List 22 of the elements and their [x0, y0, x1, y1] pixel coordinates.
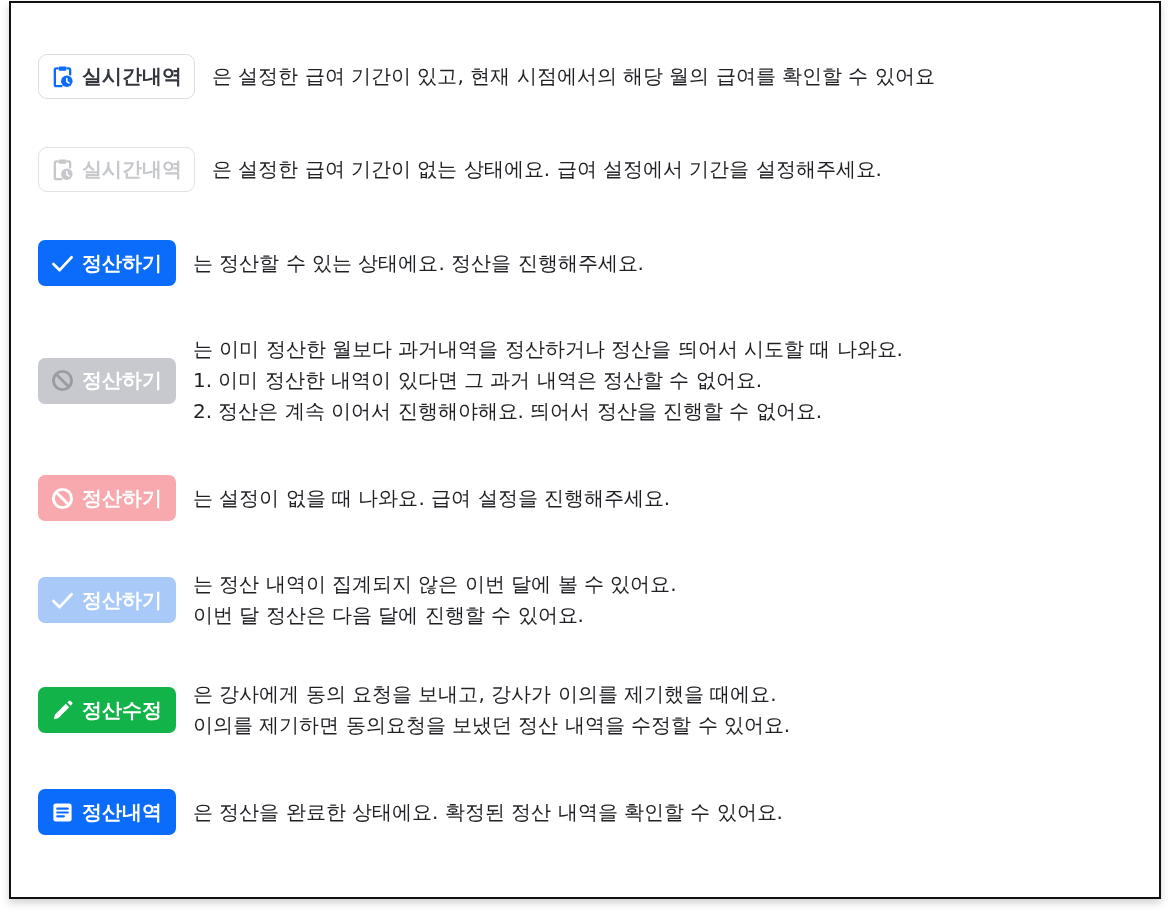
status-button[interactable]: 정산하기 [38, 240, 176, 286]
description-text: 이번 달 정산은 다음 달에 진행할 수 있어요. [193, 602, 585, 629]
prohibited-icon [51, 486, 74, 510]
status-button[interactable]: 정산수정 [38, 687, 176, 733]
clipboard-clock-icon [51, 65, 74, 88]
description-text: 은 강사에게 동의 요청을 보내고, 강사가 이의를 제기했을 때에요. [193, 681, 778, 708]
clipboard-clock-icon [51, 158, 74, 181]
description-text: 1. 이미 정산한 내역이 있다면 그 과거 내역은 정산할 수 없어요. [193, 367, 763, 394]
description-text: 는 정산 내역이 집계되지 않은 이번 달에 볼 수 있어요. [193, 571, 677, 598]
description-text: 는 정산할 수 있는 상태에요. 정산을 진행해주세요. [193, 249, 644, 277]
status-button[interactable]: 실시간내역 [38, 54, 195, 99]
description-text: 는 이미 정산한 월보다 과거내역을 정산하거나 정산을 띄어서 시도할 때 나와요. [193, 336, 903, 363]
pencil-icon [51, 698, 74, 722]
status-button[interactable]: 정산내역 [38, 789, 176, 835]
description-text: 은 설정한 급여 기간이 없는 상태에요. 급여 설정에서 기간을 설정해주세요. [212, 156, 882, 183]
prohibited-icon [51, 369, 74, 392]
description-text: 은 정산을 완료한 상태에요. 확정된 정산 내역을 확인할 수 있어요. [193, 798, 783, 826]
description-text: 이의를 제기하면 동의요청을 보냈던 정산 내역을 수정할 수 있어요. [193, 712, 791, 739]
description-text: 는 설정이 없을 때 나와요. 급여 설정을 진행해주세요. [193, 484, 671, 512]
document-icon [51, 800, 74, 824]
description-text: 은 설정한 급여 기간이 있고, 현재 시점에서의 해당 월의 급여를 확인할 수 있어요 [212, 63, 935, 90]
description-text: 2. 정산은 계속 이어서 진행해야해요. 띄어서 정산을 진행할 수 없어요. [193, 398, 823, 425]
